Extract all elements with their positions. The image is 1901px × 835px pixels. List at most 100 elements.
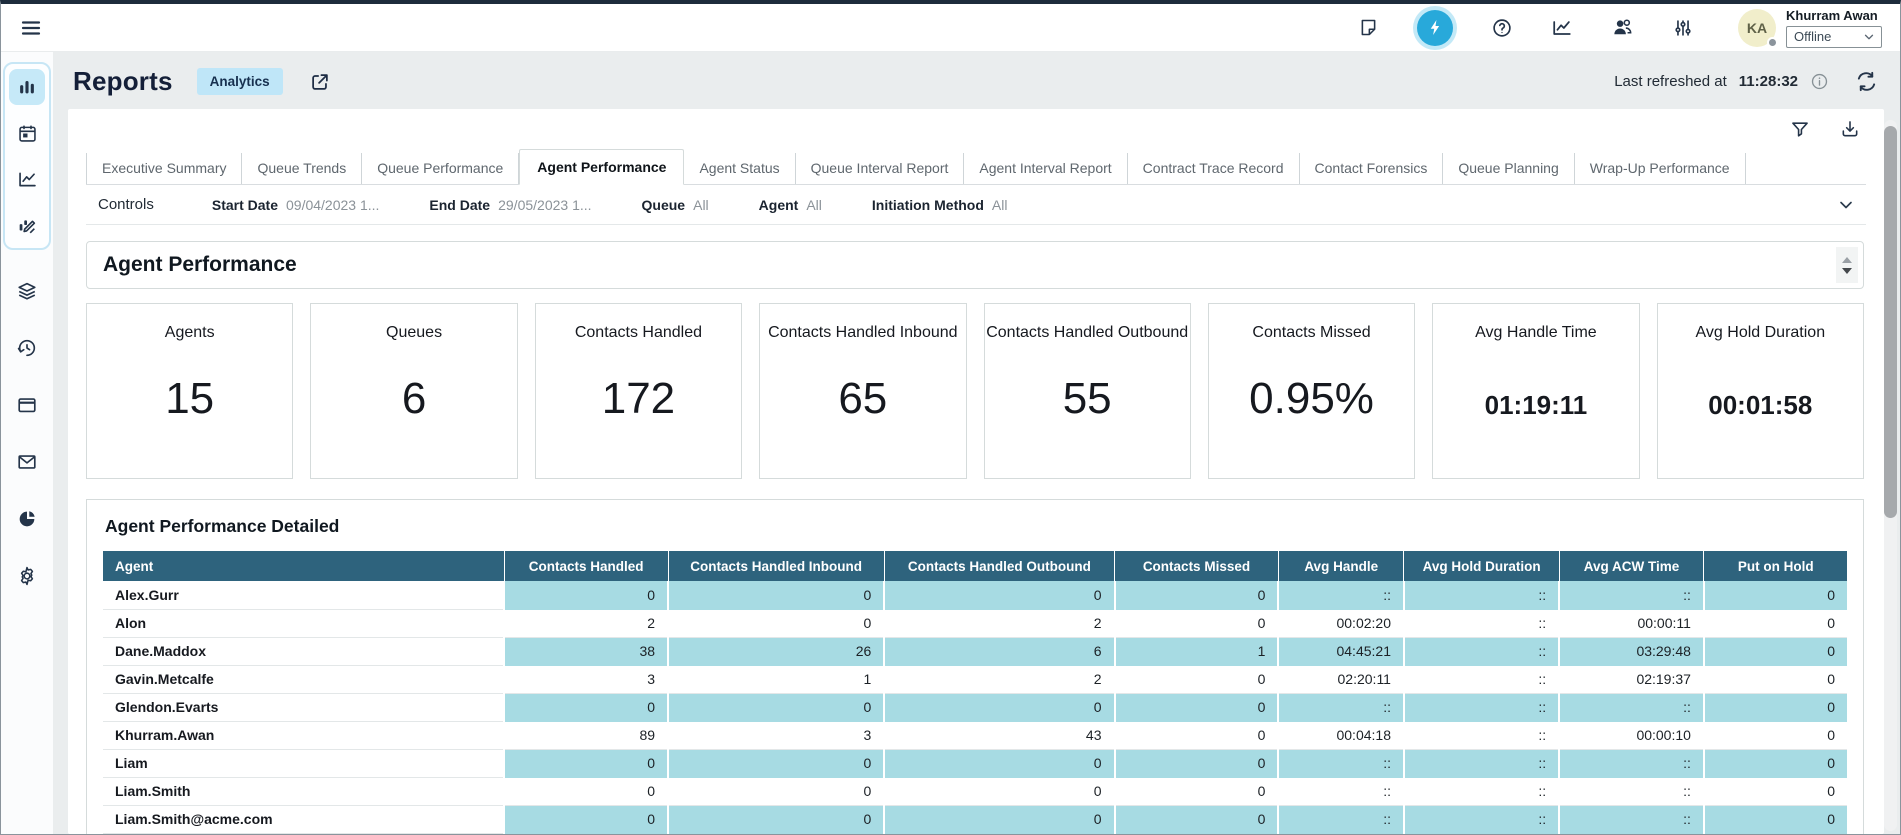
cell-value: 1: [668, 665, 884, 693]
metrics-icon[interactable]: [1551, 17, 1573, 39]
column-header-avg-acw-time[interactable]: Avg ACW Time: [1559, 551, 1704, 581]
detail-table-title: Agent Performance Detailed: [105, 516, 1847, 537]
kpi-value: 15: [165, 374, 214, 424]
control-filter-end-date[interactable]: End Date29/05/2023 1...: [429, 197, 591, 213]
sidebar-item-history[interactable]: [10, 333, 44, 363]
kpi-card-contacts-handled-outbound: Contacts Handled Outbound55: [984, 303, 1191, 479]
filter-icon[interactable]: [1790, 119, 1810, 139]
kpi-value: 6: [402, 374, 426, 424]
tab-agent-status[interactable]: Agent Status: [684, 153, 795, 184]
cell-agent: Liam.Smith@acme.com: [103, 805, 504, 833]
tab-contact-forensics[interactable]: Contact Forensics: [1300, 153, 1444, 184]
cell-value: 0: [1704, 777, 1847, 805]
users-icon[interactable]: [1611, 16, 1634, 39]
cell-value: ::: [1404, 637, 1559, 665]
help-icon[interactable]: [1491, 17, 1513, 39]
tab-queue-trends[interactable]: Queue Trends: [242, 153, 362, 184]
notes-icon[interactable]: [1358, 17, 1379, 38]
sidebar-item-reports[interactable]: [9, 69, 45, 105]
sidebar-item-workspace[interactable]: [10, 390, 44, 420]
user-cluster: KA Khurram Awan Offline: [1738, 8, 1882, 48]
cell-agent: Glendon.Evarts: [103, 693, 504, 721]
tab-agent-performance[interactable]: Agent Performance: [519, 149, 684, 185]
page-title: Reports: [73, 66, 173, 97]
cell-value: 0: [1115, 665, 1279, 693]
cell-value: 26: [668, 637, 884, 665]
kpi-label: Avg Handle Time: [1475, 324, 1597, 342]
avatar[interactable]: KA: [1738, 9, 1776, 47]
column-header-contacts-missed[interactable]: Contacts Missed: [1115, 551, 1279, 581]
sidebar-item-analytics[interactable]: [10, 504, 44, 534]
status-select[interactable]: Offline: [1786, 26, 1882, 48]
cell-value: 0: [668, 749, 884, 777]
cell-value: 0: [884, 805, 1114, 833]
sidebar-item-metrics[interactable]: [9, 161, 45, 197]
sliders-icon[interactable]: [1672, 17, 1694, 39]
cell-value: 0: [504, 581, 668, 609]
sidebar-item-scheduling[interactable]: [9, 115, 45, 151]
history-icon: [16, 337, 38, 359]
cell-agent: Dane.Maddox: [103, 637, 504, 665]
cell-value: 0: [1704, 805, 1847, 833]
line-chart-icon: [17, 169, 38, 190]
control-filter-queue[interactable]: QueueAll: [642, 197, 709, 213]
column-header-contacts-handled-outbound[interactable]: Contacts Handled Outbound: [884, 551, 1114, 581]
section-title: Agent Performance: [103, 253, 297, 277]
refresh-icon[interactable]: [1855, 70, 1878, 93]
external-link-icon[interactable]: [309, 71, 331, 93]
column-header-put-on-hold[interactable]: Put on Hold: [1704, 551, 1847, 581]
stepper-up-icon[interactable]: [1842, 257, 1852, 263]
cell-value: 89: [504, 721, 668, 749]
table-row-khurram-awan: Khurram.Awan89343000:04:18::00:00:100: [103, 721, 1847, 749]
control-filter-agent[interactable]: AgentAll: [759, 197, 822, 213]
cell-value: 0: [504, 805, 668, 833]
scrollbar-thumb[interactable]: [1884, 126, 1897, 518]
bolt-icon[interactable]: [1417, 10, 1453, 46]
cell-value: 0: [1704, 637, 1847, 665]
tab-queue-performance[interactable]: Queue Performance: [362, 153, 519, 184]
column-header-agent[interactable]: Agent: [103, 551, 504, 581]
cell-value: 0: [668, 581, 884, 609]
download-icon[interactable]: [1840, 119, 1860, 139]
cell-value: 00:04:18: [1278, 721, 1404, 749]
hamburger-icon[interactable]: [15, 12, 47, 44]
sidebar-item-settings[interactable]: [10, 561, 44, 591]
tab-queue-planning[interactable]: Queue Planning: [1443, 153, 1574, 184]
column-header-contacts-handled-inbound[interactable]: Contacts Handled Inbound: [668, 551, 884, 581]
stepper-down-icon[interactable]: [1842, 268, 1852, 274]
tab-agent-interval-report[interactable]: Agent Interval Report: [964, 153, 1127, 184]
filter-label: Queue: [642, 197, 686, 213]
tab-queue-interval-report[interactable]: Queue Interval Report: [796, 153, 965, 184]
cell-value: 3: [504, 665, 668, 693]
kpi-value: 01:19:11: [1485, 390, 1588, 421]
control-filter-start-date[interactable]: Start Date09/04/2023 1...: [212, 197, 380, 213]
tab-contract-trace-record[interactable]: Contract Trace Record: [1128, 153, 1300, 184]
agent-performance-table: AgentContacts HandledContacts Handled In…: [103, 551, 1847, 834]
window-icon: [16, 394, 38, 416]
filter-label: Initiation Method: [872, 197, 984, 213]
cell-value: ::: [1559, 581, 1704, 609]
sidebar-item-mail[interactable]: [10, 447, 44, 477]
filter-label: End Date: [429, 197, 490, 213]
cell-value: 2: [884, 609, 1114, 637]
controls-expand-chevron-icon[interactable]: [1836, 195, 1856, 215]
refresh-cluster: Last refreshed at 11:28:32: [1614, 70, 1878, 93]
cell-value: ::: [1278, 749, 1404, 777]
sidebar-item-layers[interactable]: [10, 276, 44, 306]
section-stepper[interactable]: [1836, 247, 1858, 283]
cell-value: ::: [1278, 805, 1404, 833]
tab-wrap-up-performance[interactable]: Wrap-Up Performance: [1575, 153, 1746, 184]
table-row-dane-maddox: Dane.Maddox38266104:45:21::03:29:480: [103, 637, 1847, 665]
layers-icon: [16, 280, 38, 302]
cell-value: 0: [1115, 777, 1279, 805]
designer-icon: [16, 214, 38, 236]
kpi-label: Queues: [386, 324, 442, 342]
info-icon[interactable]: [1810, 72, 1829, 91]
sidebar-item-dashboard-designer[interactable]: [9, 207, 45, 243]
control-filter-initiation-method[interactable]: Initiation MethodAll: [872, 197, 1008, 213]
panel-toolbar: [68, 109, 1884, 149]
column-header-contacts-handled[interactable]: Contacts Handled: [504, 551, 668, 581]
column-header-avg-hold-duration[interactable]: Avg Hold Duration: [1404, 551, 1559, 581]
column-header-avg-handle[interactable]: Avg Handle: [1278, 551, 1404, 581]
tab-executive-summary[interactable]: Executive Summary: [86, 153, 242, 184]
